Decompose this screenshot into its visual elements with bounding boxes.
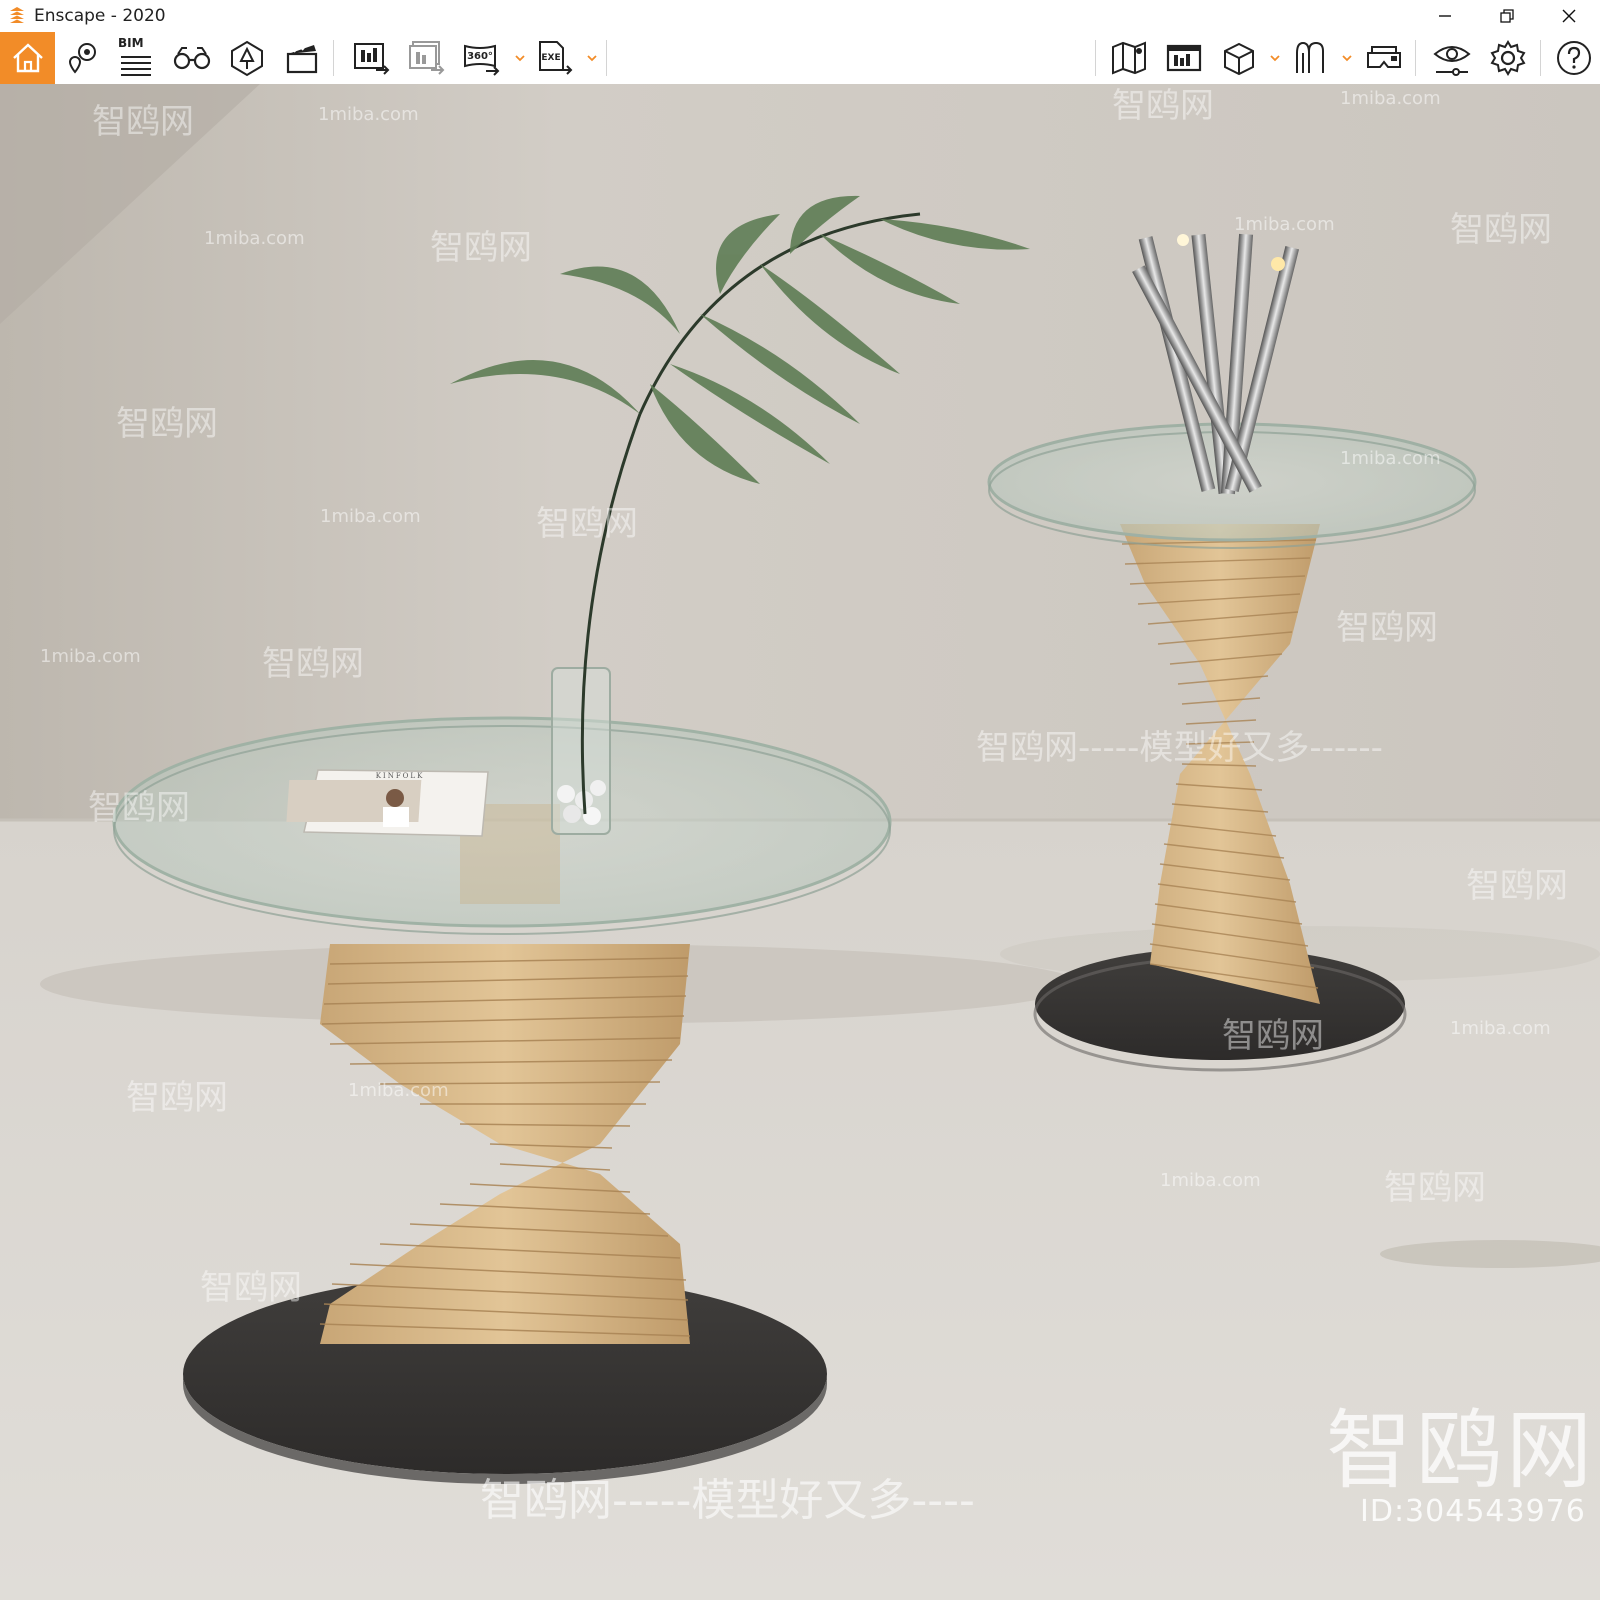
export-exe-button[interactable]: EXE — [533, 38, 577, 78]
chevron-down-icon — [587, 55, 597, 62]
object-dropdown-caret[interactable] — [1268, 50, 1282, 66]
screenshot-button[interactable] — [350, 38, 394, 78]
toolbar-separator — [606, 40, 607, 76]
chevron-down-icon — [1342, 55, 1352, 62]
home-button[interactable] — [0, 32, 55, 84]
window-title: Enscape - 2020 — [34, 6, 166, 26]
object-button[interactable] — [1217, 38, 1261, 78]
help-icon — [1557, 41, 1591, 75]
walk-mode-button[interactable] — [170, 38, 214, 78]
toolbar-separator — [1540, 40, 1541, 76]
video-editor-button[interactable] — [280, 38, 324, 78]
export-exe-icon: EXE — [539, 41, 573, 75]
enscape-logo-icon — [6, 5, 28, 27]
kinfolk-magazine: KINFOLK — [286, 769, 489, 837]
outdoor-dropdown-caret[interactable] — [1340, 50, 1354, 66]
panorama-360-icon: 360° — [464, 44, 500, 76]
panorama-label: 360° — [467, 51, 493, 62]
vr-headset-icon — [1367, 46, 1401, 68]
vr-headset-button[interactable] — [1362, 38, 1406, 78]
asset-library-icon — [231, 40, 263, 77]
bim-button[interactable]: BIM — [114, 36, 158, 78]
cube-icon — [1224, 42, 1254, 76]
help-button[interactable] — [1552, 38, 1596, 78]
render-scene: KINFOLK — [0, 84, 1600, 1600]
gear-icon — [1490, 40, 1526, 76]
enscape-toolbar: BIM 360° EXE — [0, 32, 1600, 110]
exe-label: EXE — [541, 53, 560, 63]
panorama-dropdown-caret[interactable] — [513, 50, 527, 66]
map-icon — [1112, 41, 1146, 75]
batch-render-button[interactable] — [405, 38, 449, 78]
clapperboard-icon — [286, 44, 318, 74]
views-button[interactable] — [60, 38, 104, 78]
outdoor-icon — [1296, 41, 1324, 73]
close-button[interactable] — [1538, 0, 1600, 32]
render-screenshot-icon — [354, 43, 390, 75]
toolbar-separator — [1095, 40, 1096, 76]
asset-library-button[interactable] — [225, 38, 269, 78]
panorama-button[interactable]: 360° — [460, 38, 504, 78]
minimize-button[interactable] — [1414, 0, 1476, 32]
bim-list-icon — [121, 56, 151, 76]
restore-button[interactable] — [1476, 0, 1538, 32]
info-panel-button[interactable] — [1162, 38, 1206, 78]
title-bar: Enscape - 2020 — [0, 0, 1600, 32]
chevron-down-icon — [1270, 55, 1280, 62]
toolbar-separator — [1415, 40, 1416, 76]
home-icon — [12, 43, 43, 73]
toolbar-separator — [333, 40, 334, 76]
chevron-down-icon — [515, 55, 525, 62]
magazine-title: KINFOLK — [376, 772, 425, 780]
map-button[interactable] — [1107, 38, 1151, 78]
visual-settings-button[interactable] — [1430, 38, 1474, 78]
bim-label: BIM — [118, 36, 144, 50]
render-viewport[interactable]: KINFOLK 1miba.com 智鸥网 智鸥网 1miba.com 1mib… — [0, 84, 1600, 1600]
info-panel-icon — [1166, 44, 1202, 72]
binoculars-icon — [173, 47, 211, 70]
batch-render-icon — [409, 41, 445, 75]
map-pin-icon — [68, 43, 96, 74]
general-settings-button[interactable] — [1486, 38, 1530, 78]
outdoor-button[interactable] — [1288, 38, 1332, 78]
eye-settings-icon — [1433, 46, 1471, 76]
export-dropdown-caret[interactable] — [585, 50, 599, 66]
